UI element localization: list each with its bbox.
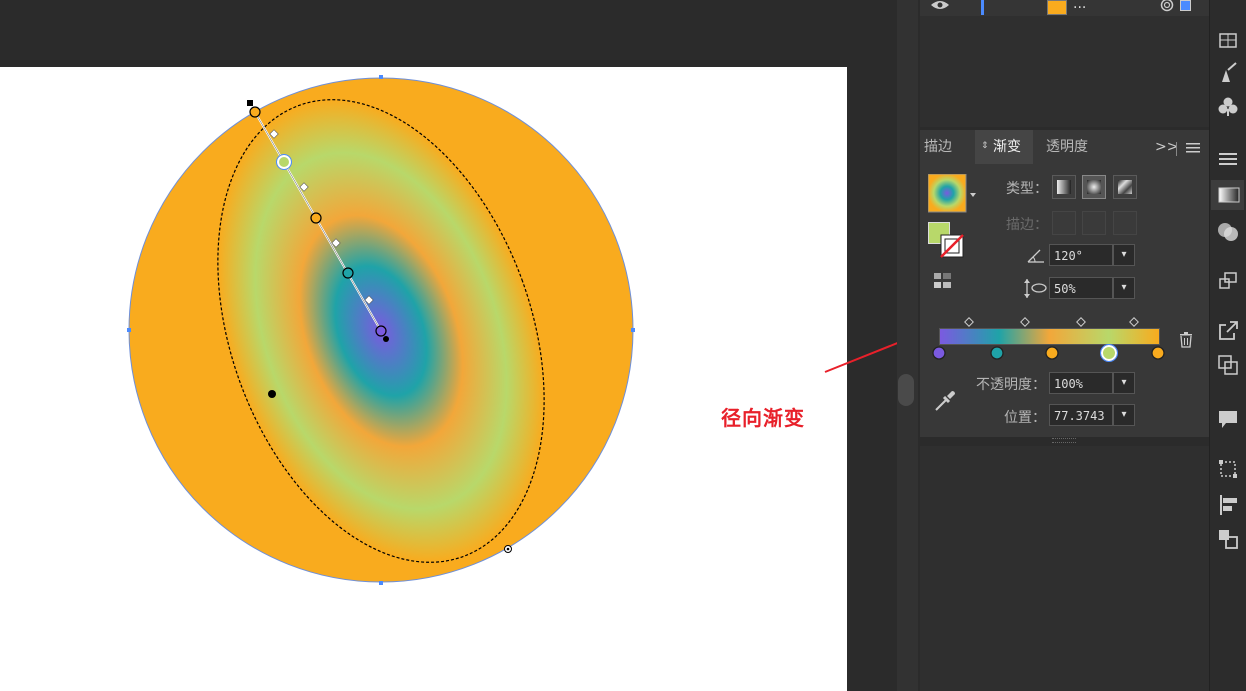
align-icon[interactable] <box>1215 492 1241 518</box>
canvas-scrollbar-thumb[interactable] <box>898 374 914 406</box>
annotator-stop-teal[interactable] <box>342 267 354 279</box>
tab-transparency[interactable]: 透明度 <box>1046 130 1106 164</box>
annotator-stop-orange-1[interactable] <box>249 106 261 118</box>
stop-orange-end[interactable] <box>1151 346 1165 360</box>
annotator-end-handle[interactable] <box>247 100 253 106</box>
bbox-handle-right[interactable] <box>631 328 635 332</box>
layers-panel[interactable] <box>920 0 1209 127</box>
export-icon[interactable] <box>1215 318 1241 344</box>
tab-arrow-icon: ⇕ <box>981 141 989 151</box>
angle-input[interactable]: 120° <box>1049 244 1113 266</box>
annotator-stop-orange-2[interactable] <box>310 212 322 224</box>
transparency-icon[interactable] <box>1215 218 1241 244</box>
tab-divider <box>1176 142 1177 156</box>
stop-orange[interactable] <box>1045 346 1059 360</box>
bbox-handle-bottom[interactable] <box>379 581 383 585</box>
midpoint-diamond[interactable] <box>964 317 974 327</box>
stroke-within-button[interactable] <box>1052 211 1076 235</box>
type-label: 类型： <box>1006 181 1048 197</box>
location-dropdown[interactable]: ▾ <box>1113 404 1135 426</box>
annotator-stop-green[interactable] <box>277 155 291 169</box>
angle-dropdown[interactable]: ▾ <box>1113 244 1135 266</box>
opacity-label: 不透明度： <box>976 377 1046 393</box>
transform-icon[interactable] <box>1215 456 1241 482</box>
stroke-swatch[interactable] <box>940 234 964 258</box>
libraries-icon[interactable] <box>1215 28 1241 54</box>
arrange-icon[interactable] <box>1215 526 1241 552</box>
angle-icon <box>1027 249 1044 263</box>
panel-menu-icon[interactable] <box>1186 142 1200 154</box>
location-input[interactable]: 77.3743 <box>1049 404 1113 426</box>
midpoint-diamond[interactable] <box>1076 317 1086 327</box>
tab-stroke[interactable]: 描边 <box>924 130 968 164</box>
eyedropper-icon[interactable] <box>932 388 958 414</box>
aspect-ratio-dropdown[interactable]: ▾ <box>1113 277 1135 299</box>
brushes-icon[interactable] <box>1215 60 1241 86</box>
gradient-panel-icon[interactable] <box>1215 182 1241 208</box>
aspect-ratio-input[interactable]: 50% <box>1049 277 1113 299</box>
symbols-icon[interactable] <box>1215 94 1241 120</box>
empty-panel <box>920 446 1209 691</box>
panel-collapse-button[interactable]: >> <box>1155 139 1178 155</box>
target-icon[interactable] <box>1159 0 1175 12</box>
ellipse-width-handle[interactable] <box>268 390 276 398</box>
layer-thumbnail <box>1047 0 1067 15</box>
layer-color-bar <box>981 0 984 15</box>
artboards-icon[interactable] <box>1215 268 1241 294</box>
comments-icon[interactable] <box>1215 406 1241 432</box>
stroke-across-button[interactable] <box>1113 211 1137 235</box>
annotator-origin[interactable] <box>383 336 389 342</box>
freeform-gradient-button[interactable] <box>1113 175 1137 199</box>
layer-name[interactable]: ... <box>1073 0 1086 12</box>
artwork[interactable] <box>0 0 897 691</box>
gradient-stops[interactable] <box>930 314 1170 364</box>
panel-resize-grip[interactable] <box>1052 438 1076 443</box>
trash-icon[interactable] <box>1178 331 1194 349</box>
reverse-gradient-icon[interactable] <box>932 270 956 292</box>
midpoint-diamond[interactable] <box>1129 317 1139 327</box>
opacity-dropdown[interactable]: ▾ <box>1113 372 1135 394</box>
annotation-arrow <box>824 342 897 373</box>
stop-teal[interactable] <box>990 346 1004 360</box>
location-label: 位置： <box>1004 410 1046 426</box>
gradient-preview-swatch[interactable] <box>928 174 978 214</box>
selection-indicator[interactable] <box>1180 0 1191 11</box>
annotation-label: 径向渐变 <box>721 406 805 430</box>
stroke-panel-icon[interactable] <box>1215 146 1241 172</box>
stroke-along-button[interactable] <box>1082 211 1106 235</box>
bbox-handle-top[interactable] <box>379 75 383 79</box>
stop-green-selected[interactable] <box>1101 345 1117 361</box>
stroke-label: 描边： <box>1006 217 1048 233</box>
midpoint-diamond[interactable] <box>1020 317 1030 327</box>
annotator-stop-purple[interactable] <box>375 325 387 337</box>
aspect-ratio-icon <box>1024 279 1047 298</box>
opacity-input[interactable]: 100% <box>1049 372 1113 394</box>
eye-icon[interactable] <box>930 0 950 12</box>
linear-gradient-button[interactable] <box>1052 175 1076 199</box>
stop-purple[interactable] <box>932 346 946 360</box>
radial-gradient-button[interactable] <box>1082 175 1106 199</box>
pathfinder-icon[interactable] <box>1215 352 1241 378</box>
bbox-handle-left[interactable] <box>127 328 131 332</box>
